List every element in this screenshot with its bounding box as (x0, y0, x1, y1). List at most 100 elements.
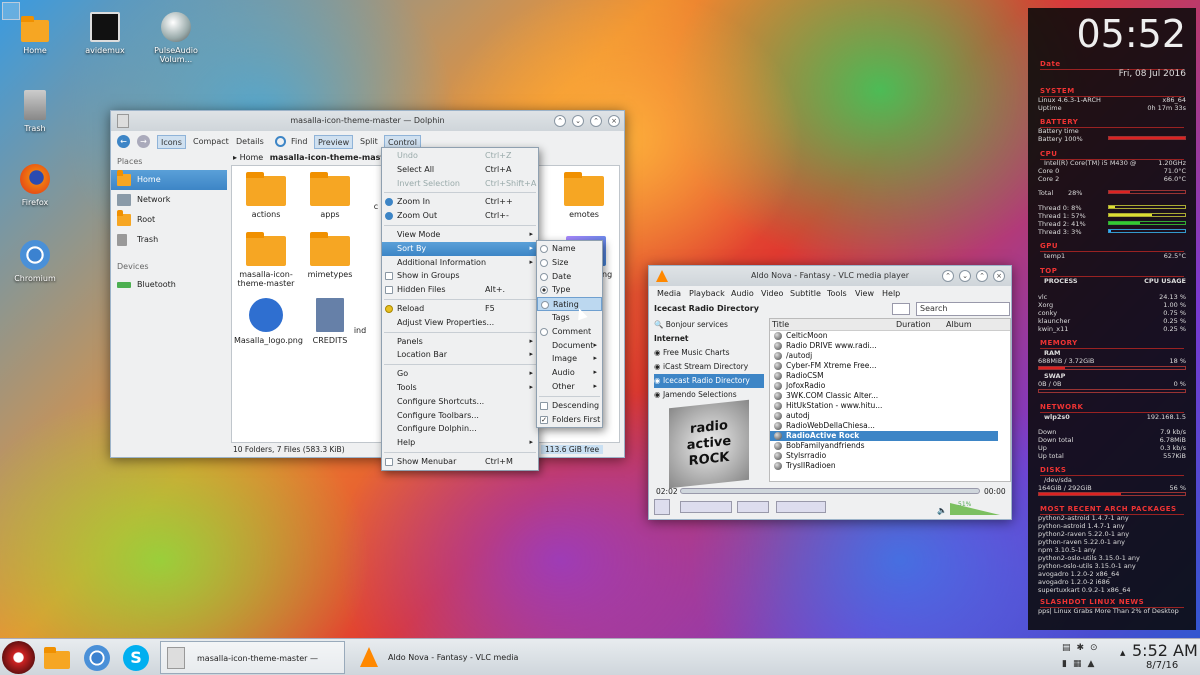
menu-undo[interactable]: Undo Ctrl+Z (382, 149, 538, 163)
file-item[interactable]: apps (298, 172, 362, 219)
playback-controls[interactable] (680, 501, 732, 513)
sort-size[interactable]: Size (537, 256, 602, 270)
menu-adjust-view-properties[interactable]: Adjust View Properties... (382, 316, 538, 330)
minimize-icon[interactable]: ⌄ (959, 270, 971, 282)
menu-additional-information[interactable]: Additional Information ▸ (382, 256, 538, 270)
file-item[interactable]: actions (234, 172, 298, 219)
menu-location-bar[interactable]: Location Bar ▸ (382, 348, 538, 362)
sidebar-icecast[interactable]: ◉ Icecast Radio Directory (654, 374, 764, 388)
application-launcher-icon[interactable] (2, 641, 35, 674)
menu-media[interactable]: Media (657, 289, 681, 298)
file-item[interactable]: mimetypes (298, 232, 362, 279)
sidebar-icast[interactable]: ◉ iCast Stream Directory (654, 360, 764, 374)
playlist-row[interactable]: TryslIRadioen (770, 461, 998, 471)
tray-expand-icon[interactable]: ▲ (1120, 649, 1125, 657)
close-icon[interactable]: × (608, 115, 620, 127)
playlist-row[interactable]: /autodj (770, 351, 998, 361)
taskbar-clock[interactable]: 5:52 AM (1132, 641, 1198, 660)
sort-name[interactable]: Name (537, 242, 602, 256)
sort-other[interactable]: Other ▸ (537, 380, 602, 394)
search-input[interactable]: Search (916, 302, 1010, 316)
file-item[interactable]: CREDITS (298, 298, 362, 345)
playlist-row[interactable]: RadioCSM (770, 371, 998, 381)
column-album[interactable]: Album (946, 320, 972, 329)
playlist-row[interactable]: Cyber-FM Xtreme Free... (770, 361, 998, 371)
file-item[interactable]: ind (350, 326, 370, 335)
desktop-icon-pulseaudio[interactable]: PulseAudio Volum... (145, 12, 207, 64)
sort-date[interactable]: Date (537, 270, 602, 284)
menu-hidden-files[interactable]: Hidden Files Alt+. (382, 283, 538, 297)
forward-icon[interactable]: → (137, 135, 150, 148)
menu-view-mode[interactable]: View Mode ▸ (382, 228, 538, 242)
keep-above-icon[interactable]: ⌃ (942, 270, 954, 282)
compact-view-button[interactable]: Compact (190, 135, 232, 149)
menu-zoom-out[interactable]: Zoom Out Ctrl+- (382, 209, 538, 223)
menu-view[interactable]: View (855, 289, 874, 298)
file-item[interactable]: Masalla_logo.png (234, 298, 303, 345)
files-launcher-icon[interactable] (44, 647, 70, 669)
column-duration[interactable]: Duration (896, 320, 931, 329)
place-network[interactable]: Network (111, 190, 227, 210)
menu-zoom-in[interactable]: Zoom In Ctrl++ (382, 195, 538, 209)
chromium-launcher-icon[interactable] (84, 645, 110, 671)
playlist-row[interactable]: HitUkStation - www.hitu... (770, 401, 998, 411)
find-button[interactable]: Find (288, 135, 310, 149)
skype-launcher-icon[interactable]: S (123, 645, 149, 671)
sidebar-bonjour[interactable]: 🔍 Bonjour services (654, 318, 764, 332)
sort-rating[interactable]: Rating (537, 297, 602, 311)
desktop-icon-trash[interactable]: Trash (4, 90, 66, 133)
menu-show-in-groups[interactable]: Show in Groups (382, 269, 538, 283)
system-tray-status-icons[interactable]: ▮▦▲ (1062, 659, 1100, 669)
sort-type[interactable]: Type (537, 283, 602, 297)
menu-help[interactable]: Help (882, 289, 900, 298)
split-button[interactable]: Split (357, 135, 381, 149)
dolphin-titlebar[interactable]: masalla-icon-theme-master — Dolphin ⌃ ⌄ … (111, 111, 624, 131)
menu-select-all[interactable]: Select All Ctrl+A (382, 163, 538, 177)
menu-playback[interactable]: Playback (689, 289, 725, 298)
pause-button[interactable] (654, 499, 670, 515)
sort-tags[interactable]: Tags (537, 311, 602, 325)
keep-above-icon[interactable]: ⌃ (554, 115, 566, 127)
playlist-controls[interactable] (776, 501, 826, 513)
vlc-titlebar[interactable]: Aldo Nova - Fantasy - VLC media player ⌃… (649, 266, 1011, 286)
place-trash[interactable]: Trash (111, 230, 227, 250)
playlist-row[interactable]: CelticMoon (770, 331, 998, 341)
sort-descending[interactable]: Descending (537, 399, 602, 413)
menu-tools[interactable]: Tools (827, 289, 847, 298)
task-vlc[interactable]: Aldo Nova - Fantasy - VLC media player (350, 641, 540, 674)
playlist-row[interactable]: JofoxRadio (770, 381, 998, 391)
desktop-toolbox-icon[interactable] (2, 2, 20, 20)
back-icon[interactable]: ← (117, 135, 130, 148)
menu-subtitle[interactable]: Subtitle (790, 289, 821, 298)
desktop-icon-home[interactable]: Home (4, 14, 66, 55)
menu-tools[interactable]: Tools ▸ (382, 381, 538, 395)
playlist-row[interactable]: 3WK.COM Classic Alter... (770, 391, 998, 401)
desktop-icon-avidemux[interactable]: avidemux (74, 12, 136, 55)
menu-configure-toolbars[interactable]: Configure Toolbars... (382, 409, 538, 423)
menu-reload[interactable]: Reload F5 (382, 302, 538, 316)
playlist-row-playing[interactable]: RadioActive Rock (770, 431, 998, 441)
playlist-row[interactable]: Stylsrradio (770, 451, 998, 461)
playlist-row[interactable]: Radio DRIVE www.radi... (770, 341, 998, 351)
sort-audio[interactable]: Audio ▸ (537, 366, 602, 380)
seek-slider[interactable] (680, 488, 980, 494)
menu-audio[interactable]: Audio (731, 289, 754, 298)
menu-help[interactable]: Help ▸ (382, 436, 538, 450)
sort-image[interactable]: Image ▸ (537, 352, 602, 366)
menu-video[interactable]: Video (761, 289, 783, 298)
menu-sort-by[interactable]: Sort By ▸ (382, 241, 538, 256)
fullscreen-controls[interactable] (737, 501, 769, 513)
preview-button[interactable]: Preview (314, 135, 354, 149)
playlist-row[interactable]: autodj (770, 411, 998, 421)
playlist-row[interactable]: RadioWebDellaChiesa... (770, 421, 998, 431)
speaker-icon[interactable]: 🔈 (937, 506, 947, 515)
menu-configure-shortcuts[interactable]: Configure Shortcuts... (382, 395, 538, 409)
task-dolphin[interactable]: masalla-icon-theme-master — Dolphin (160, 641, 345, 674)
file-item[interactable]: emotes (552, 172, 616, 219)
menu-go[interactable]: Go ▸ (382, 367, 538, 381)
breadcrumb-home[interactable]: ▸ Home (233, 153, 263, 162)
taskbar-date[interactable]: 8/7/16 (1146, 660, 1178, 671)
place-root[interactable]: Root (111, 210, 227, 230)
icons-view-button[interactable]: Icons (157, 135, 186, 149)
menu-show-menubar[interactable]: Show Menubar Ctrl+M (382, 455, 538, 469)
